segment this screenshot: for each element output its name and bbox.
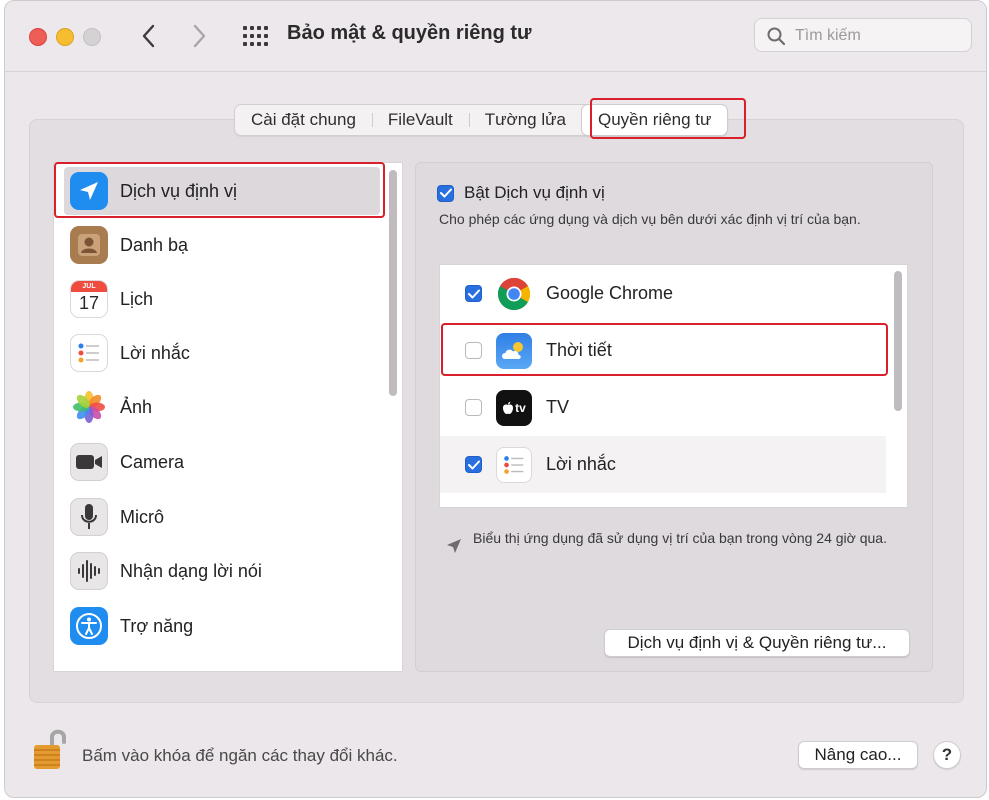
recent-usage-note: Biểu thị ứng dụng đã sử dụng vị trí của …: [446, 528, 893, 554]
privacy-category-list[interactable]: Dịch vụ định vị Danh bạ JUL 17 Lịch Lời …: [53, 162, 403, 672]
sidebar-item-speech-recognition[interactable]: Nhận dạng lời nói: [64, 547, 380, 595]
sidebar-item-label: Trợ năng: [120, 615, 194, 636]
zoom-window-button[interactable]: [83, 28, 101, 46]
apple-tv-icon: tv: [496, 389, 532, 426]
sidebar-item-calendar[interactable]: JUL 17 Lịch: [64, 275, 380, 323]
unlocked-padlock-icon: [34, 729, 66, 769]
checkmark-icon: [467, 289, 480, 298]
advanced-button[interactable]: Nâng cao...: [798, 741, 918, 769]
lock-button[interactable]: [28, 726, 72, 772]
tab-general[interactable]: Cài đặt chung: [235, 105, 372, 135]
weather-icon: [496, 332, 532, 369]
accessibility-icon: [70, 607, 108, 645]
camera-icon: [70, 443, 108, 481]
location-description: Cho phép các ứng dụng và dịch vụ bên dướ…: [439, 211, 861, 227]
photos-icon: [70, 388, 108, 426]
tab-privacy[interactable]: Quyền riêng tư: [581, 105, 728, 135]
app-checkbox[interactable]: [465, 285, 482, 302]
app-checkbox[interactable]: [465, 342, 482, 359]
enable-location-checkbox[interactable]: [437, 184, 454, 202]
calendar-month: JUL: [71, 281, 107, 292]
app-checkbox[interactable]: [465, 399, 482, 416]
list-item-reminders[interactable]: Lời nhắc: [440, 436, 886, 493]
sidebar-scrollbar[interactable]: [389, 170, 397, 396]
location-privacy-details-button[interactable]: Dịch vụ định vị & Quyền riêng tư...: [604, 629, 910, 657]
grid-icon: [243, 26, 268, 46]
speech-recognition-icon: [70, 552, 108, 590]
search-field[interactable]: [754, 18, 972, 52]
search-icon: [767, 27, 785, 45]
sidebar-item-microphone[interactable]: Micrô: [64, 493, 380, 541]
sidebar-item-reminders[interactable]: Lời nhắc: [64, 329, 380, 377]
back-button[interactable]: [133, 21, 163, 51]
search-input[interactable]: [793, 23, 967, 49]
sidebar-item-label: Camera: [120, 451, 185, 472]
app-name: Google Chrome: [546, 283, 674, 303]
tab-filevault[interactable]: FileVault: [371, 105, 469, 135]
calendar-day: 17: [78, 293, 100, 313]
lock-hint-text: Bấm vào khóa để ngăn các thay đổi khác.: [82, 746, 398, 765]
app-name: Lời nhắc: [546, 454, 616, 474]
tv-icon-text: tv: [515, 400, 526, 415]
checkmark-icon: [439, 188, 452, 198]
location-arrow-icon: [447, 539, 461, 553]
app-location-list[interactable]: Google Chrome Thời tiết tv TV Lời nhắc: [439, 264, 908, 508]
sidebar-item-label: Dịch vụ định vị: [120, 180, 238, 201]
chrome-icon: [496, 276, 532, 312]
list-item-weather[interactable]: Thời tiết: [440, 322, 886, 379]
app-list-scrollbar[interactable]: [894, 271, 902, 411]
sidebar-item-label: Nhận dạng lời nói: [120, 560, 262, 581]
sidebar-item-contacts[interactable]: Danh bạ: [64, 221, 380, 269]
checkmark-icon: [467, 460, 480, 469]
location-arrow-icon: [70, 172, 108, 210]
sidebar-item-label: Lời nhắc: [120, 342, 190, 363]
app-name: Thời tiết: [546, 340, 612, 360]
recent-usage-text: Biểu thị ứng dụng đã sử dụng vị trí của …: [473, 530, 887, 546]
calendar-icon: JUL 17: [70, 280, 108, 318]
app-checkbox[interactable]: [465, 456, 482, 473]
tab-firewall[interactable]: Tường lửa: [468, 105, 582, 135]
enable-location-row[interactable]: Bật Dịch vụ định vị: [437, 183, 605, 203]
microphone-icon: [70, 498, 108, 536]
list-item-google-chrome[interactable]: Google Chrome: [440, 265, 886, 322]
chevron-left-icon: [142, 24, 155, 48]
list-item-partial: [440, 493, 886, 507]
sidebar-item-label: Ảnh: [120, 396, 153, 417]
help-button[interactable]: ?: [933, 741, 961, 769]
tab-bar: Cài đặt chung FileVault Tường lửa Quyền …: [234, 104, 729, 136]
sidebar-item-label: Lịch: [120, 288, 154, 309]
reminders-icon: [496, 446, 532, 483]
window-title: Bảo mật & quyền riêng tư: [287, 22, 532, 44]
sidebar-item-camera[interactable]: Camera: [64, 438, 380, 486]
title-bar: Bảo mật & quyền riêng tư: [5, 1, 986, 72]
sidebar-item-photos[interactable]: Ảnh: [64, 383, 380, 431]
forward-button[interactable]: [185, 21, 215, 51]
minimize-window-button[interactable]: [56, 28, 74, 46]
contacts-icon: [70, 226, 108, 264]
enable-location-label: Bật Dịch vụ định vị: [464, 183, 605, 202]
sidebar-item-label: Danh bạ: [120, 234, 189, 255]
app-name: TV: [546, 397, 570, 417]
sidebar-item-location-services[interactable]: Dịch vụ định vị: [64, 167, 380, 215]
reminders-icon: [70, 334, 108, 372]
close-window-button[interactable]: [29, 28, 47, 46]
sidebar-item-label: Micrô: [120, 506, 164, 527]
sidebar-item-accessibility[interactable]: Trợ năng: [64, 602, 380, 650]
show-all-button[interactable]: [241, 23, 269, 49]
list-item-tv[interactable]: tv TV: [440, 379, 886, 436]
chevron-right-icon: [193, 24, 206, 48]
